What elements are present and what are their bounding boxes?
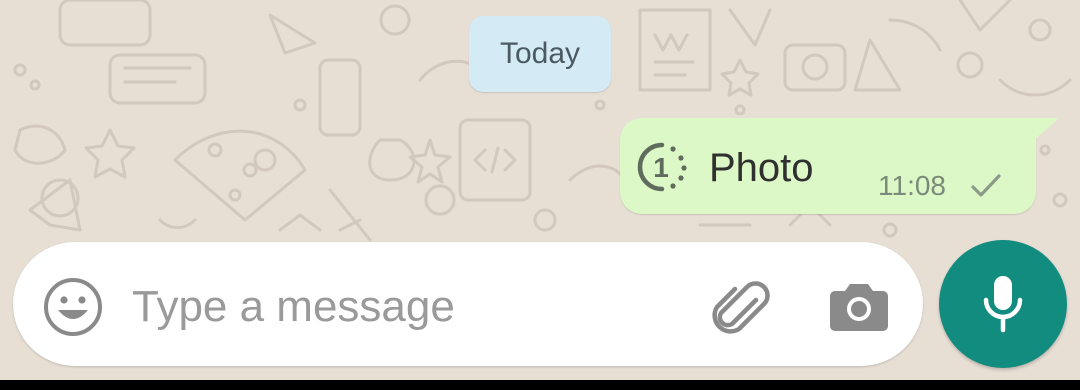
voice-record-button[interactable] [939,240,1067,368]
emoji-icon[interactable] [42,276,104,338]
message-text: Photo [709,146,814,190]
date-divider: Today [469,16,611,92]
date-divider-label: Today [499,37,581,70]
single-check-icon [971,174,1001,197]
system-nav-strip [0,380,1080,390]
bubble-tail [1034,118,1057,140]
mic-icon [983,276,1023,333]
camera-icon[interactable] [830,280,888,332]
view-once-count: 1 [653,152,669,183]
paperclip-icon[interactable] [706,278,772,338]
view-once-icon[interactable]: 1 [636,141,688,193]
message-input[interactable] [132,276,672,338]
message-time: 11:08 [878,170,946,201]
